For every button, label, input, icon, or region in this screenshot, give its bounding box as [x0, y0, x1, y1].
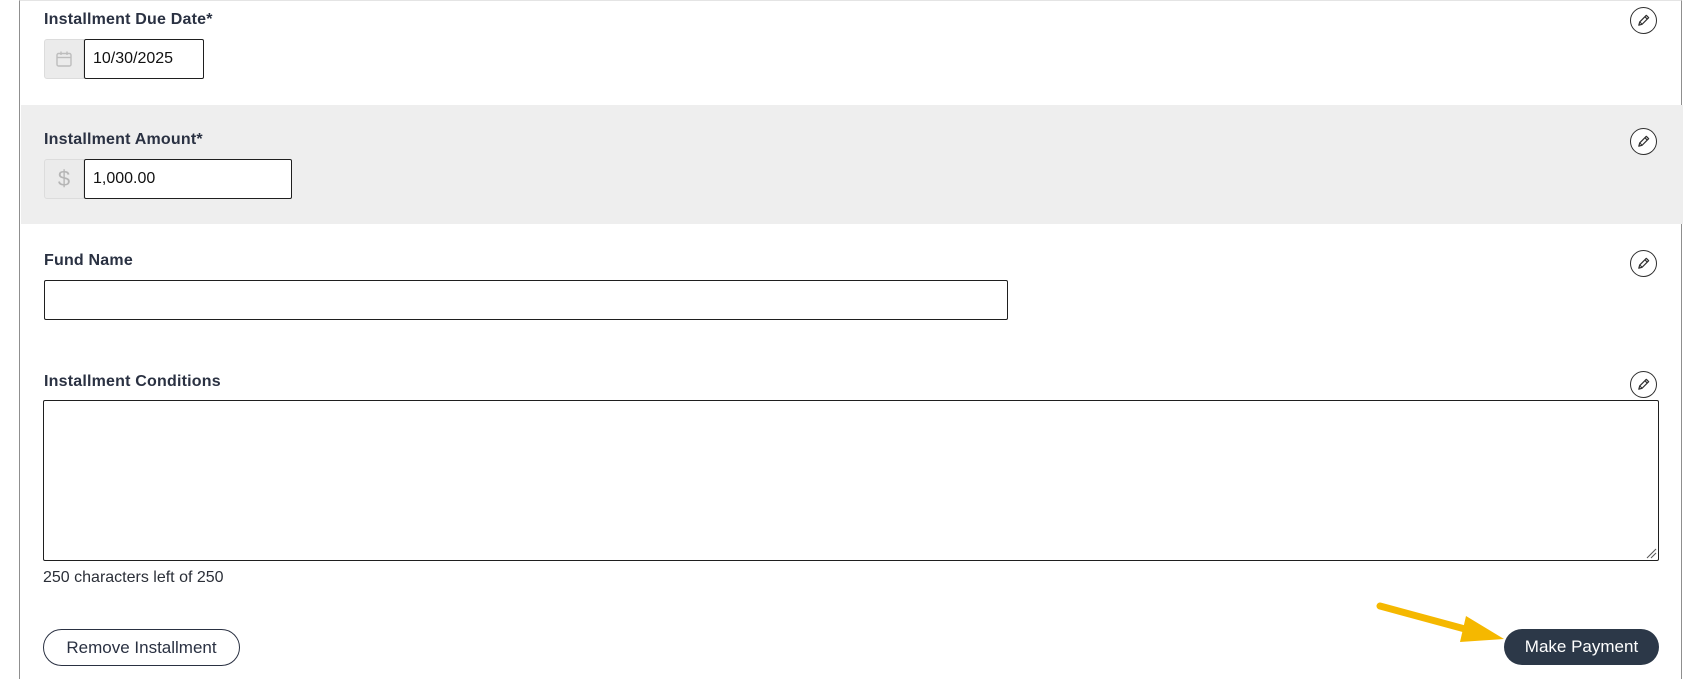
amount-input[interactable] [84, 159, 292, 199]
calendar-icon[interactable] [44, 39, 84, 79]
amount-edit-button[interactable] [1630, 128, 1657, 155]
pencil-icon [1638, 135, 1650, 147]
fund-name-label: Fund Name [44, 252, 133, 269]
fund-name-row: Fund Name [21, 224, 1683, 342]
fund-name-edit-button[interactable] [1630, 250, 1657, 277]
due-date-label: Installment Due Date* [44, 11, 213, 28]
pencil-icon [1638, 14, 1650, 26]
due-date-edit-button[interactable] [1630, 7, 1657, 34]
due-date-row: Installment Due Date* [21, 1, 1683, 105]
amount-row: Installment Amount* $ [21, 105, 1683, 224]
installment-form: Installment Due Date* Installment Amount… [19, 0, 1683, 679]
fund-name-input[interactable] [44, 280, 1008, 320]
annotation-arrow-icon [1376, 602, 1504, 642]
due-date-input[interactable] [84, 39, 204, 79]
amount-label: Installment Amount* [44, 131, 203, 148]
pencil-icon [1638, 378, 1650, 390]
dollar-icon: $ [57, 166, 71, 191]
make-payment-button[interactable]: Make Payment [1504, 629, 1659, 665]
conditions-edit-button[interactable] [1630, 371, 1657, 398]
character-counter: 250 characters left of 250 [43, 569, 224, 586]
remove-installment-button[interactable]: Remove Installment [43, 629, 240, 666]
conditions-textarea[interactable] [43, 400, 1659, 561]
currency-addon: $ [44, 159, 84, 199]
pencil-icon [1638, 257, 1650, 269]
resize-grip-icon[interactable] [1645, 547, 1657, 559]
conditions-label: Installment Conditions [44, 373, 221, 390]
